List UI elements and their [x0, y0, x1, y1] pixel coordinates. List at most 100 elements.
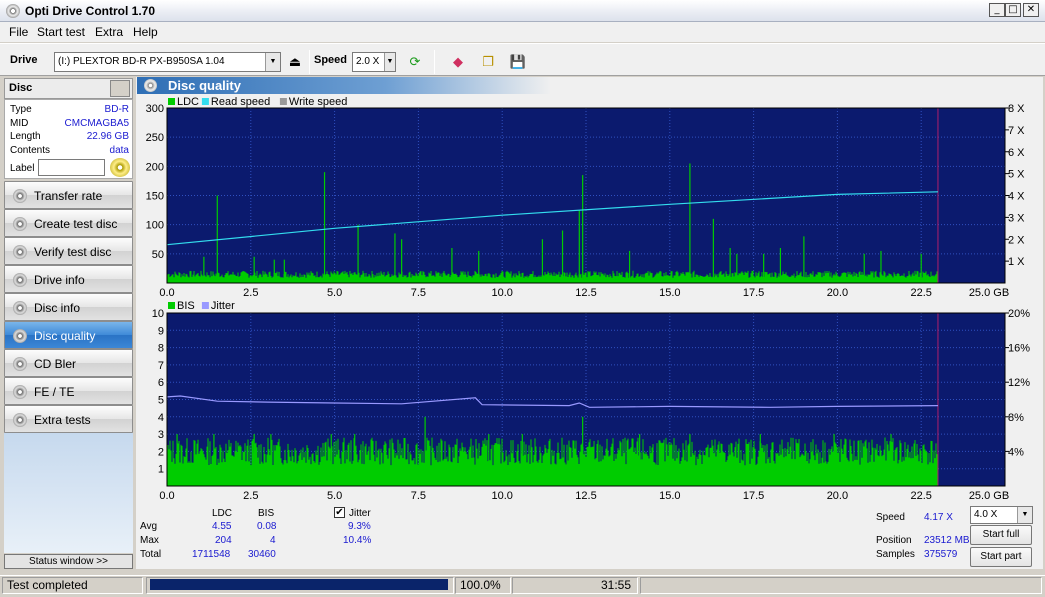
drive-select-value: (I:) PLEXTOR BD-R PX-B950SA 1.04 [58, 56, 225, 67]
nav-label: Verify test disc [34, 245, 112, 259]
start-part-button[interactable]: Start part [970, 547, 1032, 567]
nav-cd-bler[interactable]: CD Bler [4, 349, 133, 377]
speed-select-value: 2.0 X [356, 56, 380, 67]
progress-fill [150, 579, 448, 590]
nav-label: FE / TE [34, 385, 75, 399]
legend-ldc-swatch [168, 98, 175, 105]
disc-icon [13, 273, 27, 287]
stats-col-bis: BIS [258, 508, 275, 519]
copy-icon: ❐ [482, 54, 494, 69]
maximize-button[interactable]: □ [1005, 3, 1021, 17]
x-tick-label: 17.5 [743, 287, 764, 298]
x-tick-label: 2.5 [243, 287, 258, 298]
nav-drive-info[interactable]: Drive info [4, 265, 133, 293]
disc-length-value: 22.96 GB [86, 131, 129, 142]
chevron-down-icon: ▼ [1017, 507, 1032, 523]
drive-label: Drive [10, 54, 38, 66]
disc-length-key: Length [10, 131, 41, 142]
nav-extra-tests[interactable]: Extra tests [4, 405, 133, 433]
y-left-tick-label: 1 [158, 464, 164, 476]
x-tick-label: 0.0 [159, 287, 174, 298]
disc-icon [13, 413, 27, 427]
speed-select[interactable]: 2.0 X ▼ [352, 52, 396, 72]
bis-chart: 0.0 2.5 5.0 7.5 10.0 12.5 15.0 17.5 20.0 22.5 25.0… [152, 300, 1030, 500]
x-tick-label: 7.5 [411, 287, 426, 298]
menu-file[interactable]: File [9, 25, 28, 39]
x-tick-label: 25.0 GB [969, 287, 1009, 298]
save-button[interactable]: 💾 [507, 51, 529, 73]
copy-button[interactable]: ❐ [477, 51, 499, 73]
stats-max-ldc: 204 [215, 535, 232, 546]
save-icon: 💾 [509, 54, 527, 69]
progress-percent: 100.0% [455, 577, 511, 594]
y-right-tick-label: 12% [1008, 377, 1030, 389]
y-right-tick-label: 16% [1008, 343, 1030, 355]
nav-disc-quality[interactable]: Disc quality [4, 321, 133, 349]
legend-write-speed-label: Write speed [289, 96, 348, 108]
x-tick-label: 5.0 [327, 287, 342, 298]
nav-verify-test-disc[interactable]: Verify test disc [4, 237, 133, 265]
y-right-tick-label: 5 X [1008, 169, 1025, 181]
legend-bis-swatch [168, 302, 175, 309]
disc-label-apply-icon[interactable] [110, 158, 130, 177]
disc-type-key: Type [10, 104, 32, 115]
chevron-down-icon: ▼ [265, 53, 280, 71]
stats-max-bis: 4 [270, 535, 276, 546]
menu-extra[interactable]: Extra [95, 25, 123, 39]
disc-label-input[interactable] [38, 159, 105, 176]
y-left-tick-label: 10 [152, 308, 164, 320]
check-icon: ✔ [335, 507, 344, 518]
y-left-tick-label: 50 [152, 249, 164, 261]
y-right-tick-label: 7 X [1008, 125, 1025, 137]
y-right-tick-label: 1 X [1008, 256, 1025, 268]
minimize-button[interactable]: _ [989, 3, 1005, 17]
y-left-tick-label: 5 [158, 395, 164, 407]
y-left-tick-label: 3 [158, 429, 164, 441]
erase-button[interactable]: ◆ [447, 51, 469, 73]
menu-start-test[interactable]: Start test [37, 25, 85, 39]
status-extra-cell [640, 577, 1042, 594]
drive-select[interactable]: (I:) PLEXTOR BD-R PX-B950SA 1.04 ▼ [54, 52, 281, 72]
status-text: Test completed [2, 577, 143, 594]
nav-label: Disc quality [34, 329, 96, 343]
position-value: 23512 MB [924, 535, 970, 546]
y-left-tick-label: 300 [146, 103, 164, 115]
samples-value: 375579 [924, 549, 958, 560]
disc-panel-button[interactable] [110, 80, 130, 97]
stats-total-bis: 30460 [248, 549, 276, 560]
elapsed-time: 31:55 [512, 577, 638, 594]
y-left-tick-label: 150 [146, 191, 164, 203]
x-tick-label: 22.5 [910, 490, 931, 500]
stats-avg-ldc: 4.55 [212, 521, 232, 532]
refresh-icon: ⟳ [409, 54, 421, 69]
jitter-checkbox[interactable]: ✔ [334, 507, 345, 518]
toolbar-separator [309, 50, 310, 74]
close-button[interactable]: ✕ [1023, 3, 1039, 17]
nav-create-test-disc[interactable]: Create test disc [4, 209, 133, 237]
eject-button[interactable]: ⏏ [284, 51, 306, 73]
toolbar-separator [434, 50, 435, 74]
start-full-button[interactable]: Start full [970, 525, 1032, 545]
y-left-tick-label: 2 [158, 446, 164, 458]
x-tick-label: 7.5 [411, 490, 426, 500]
test-speed-select[interactable]: 4.0 X ▼ [970, 506, 1033, 524]
test-speed-value: 4.0 X [974, 509, 998, 520]
refresh-button[interactable]: ⟳ [404, 51, 426, 73]
stats-avg-bis: 0.08 [257, 521, 277, 532]
x-tick-label: 10.0 [491, 490, 512, 500]
stats-max-jitter: 10.4% [343, 535, 372, 546]
stats-avg-key: Avg [140, 521, 158, 532]
menu-help[interactable]: Help [133, 25, 158, 39]
y-left-tick-label: 8 [158, 343, 164, 355]
x-tick-label: 0.0 [159, 490, 174, 500]
nav-fe-te[interactable]: FE / TE [4, 377, 133, 405]
speed-key: Speed [876, 512, 905, 523]
disc-label-key: Label [10, 163, 35, 174]
y-left-tick-label: 200 [146, 161, 164, 173]
legend-read-speed-label: Read speed [211, 96, 270, 108]
nav-disc-info[interactable]: Disc info [4, 293, 133, 321]
samples-key: Samples [876, 549, 915, 560]
nav-label: Disc info [34, 301, 81, 315]
nav-transfer-rate[interactable]: Transfer rate [4, 181, 133, 209]
status-window-button[interactable]: Status window >> [4, 554, 133, 569]
